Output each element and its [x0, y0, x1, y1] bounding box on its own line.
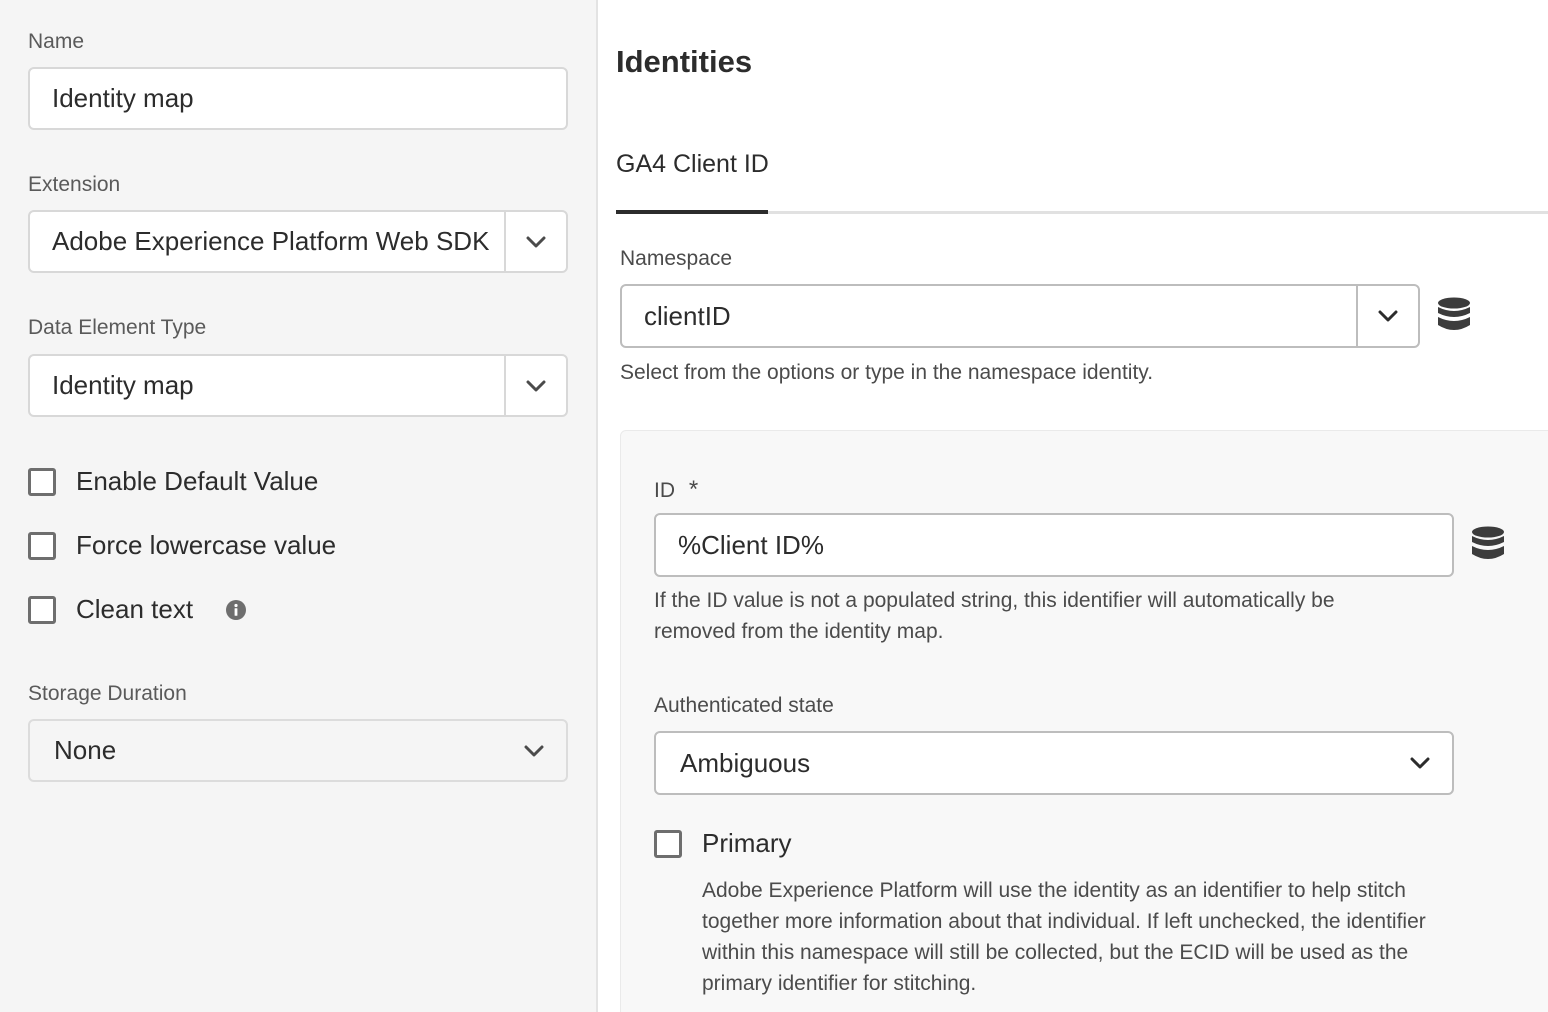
info-icon[interactable]: [225, 599, 247, 621]
enable-default-value-checkbox[interactable]: [28, 467, 56, 496]
data-element-type-value[interactable]: Identity map: [30, 356, 504, 415]
extension-value[interactable]: Adobe Experience Platform Web SDK: [30, 212, 504, 271]
id-help-text: If the ID value is not a populated strin…: [654, 589, 1335, 643]
primary-option[interactable]: Primary: [654, 828, 792, 859]
id-field[interactable]: %Client ID%: [654, 513, 1454, 577]
id-label-text: ID: [654, 479, 675, 502]
namespace-label: Namespace: [620, 247, 733, 270]
primary-checkbox[interactable]: [654, 829, 682, 858]
name-label: Name: [28, 30, 85, 53]
extension-combobox[interactable]: Adobe Experience Platform Web SDK: [28, 210, 568, 273]
chevron-down-icon: [1410, 757, 1430, 769]
force-lowercase-checkbox[interactable]: [28, 531, 56, 560]
id-label: ID *: [654, 476, 698, 504]
force-lowercase-label: Force lowercase value: [76, 530, 337, 560]
enable-default-value-label: Enable Default Value: [76, 466, 319, 496]
storage-duration-value: None: [54, 735, 117, 765]
data-element-type-combobox[interactable]: Identity map: [28, 354, 568, 417]
data-element-type-dropdown-button[interactable]: [504, 356, 566, 415]
namespace-dropdown-button[interactable]: [1356, 286, 1418, 346]
storage-duration-picker[interactable]: None: [28, 719, 568, 782]
chevron-down-icon: [526, 236, 546, 247]
authenticated-state-value: Ambiguous: [680, 747, 811, 778]
identities-panel: Identities GA4 Client ID Namespace clien…: [600, 0, 1548, 1012]
clean-text-label: Clean text: [76, 594, 194, 624]
enable-default-value-option[interactable]: Enable Default Value: [28, 466, 318, 497]
required-asterisk: *: [688, 476, 699, 503]
database-icon[interactable]: [1437, 297, 1471, 333]
extension-dropdown-button[interactable]: [504, 212, 566, 271]
storage-duration-label: Storage Duration: [28, 682, 187, 705]
authenticated-state-label: Authenticated state: [654, 694, 834, 717]
primary-description: Adobe Experience Platform will use the i…: [702, 879, 1426, 995]
force-lowercase-option[interactable]: Force lowercase value: [28, 530, 336, 561]
tab-ga4-client-id[interactable]: GA4 Client ID: [616, 150, 769, 179]
namespace-combobox[interactable]: clientID: [620, 284, 1420, 348]
identity-details-card: ID * %Client ID% If the ID value is not …: [620, 430, 1548, 1012]
data-element-type-label: Data Element Type: [28, 316, 207, 339]
extension-label: Extension: [28, 173, 121, 196]
identities-heading: Identities: [616, 44, 753, 79]
tab-selected-indicator: [616, 210, 768, 214]
clean-text-option[interactable]: Clean text: [28, 594, 247, 625]
name-field[interactable]: Identity map: [28, 67, 568, 130]
chevron-down-icon: [1378, 310, 1398, 322]
database-icon[interactable]: [1471, 526, 1505, 562]
chevron-down-icon: [526, 380, 546, 391]
namespace-help-text: Select from the options or type in the n…: [620, 361, 1154, 384]
namespace-value[interactable]: clientID: [622, 286, 1356, 346]
primary-label: Primary: [702, 828, 792, 858]
authenticated-state-picker[interactable]: Ambiguous: [654, 731, 1454, 795]
chevron-down-icon: [524, 745, 544, 756]
data-element-settings-panel: Name Identity map Extension Adobe Experi…: [0, 0, 598, 1012]
clean-text-checkbox[interactable]: [28, 595, 56, 624]
